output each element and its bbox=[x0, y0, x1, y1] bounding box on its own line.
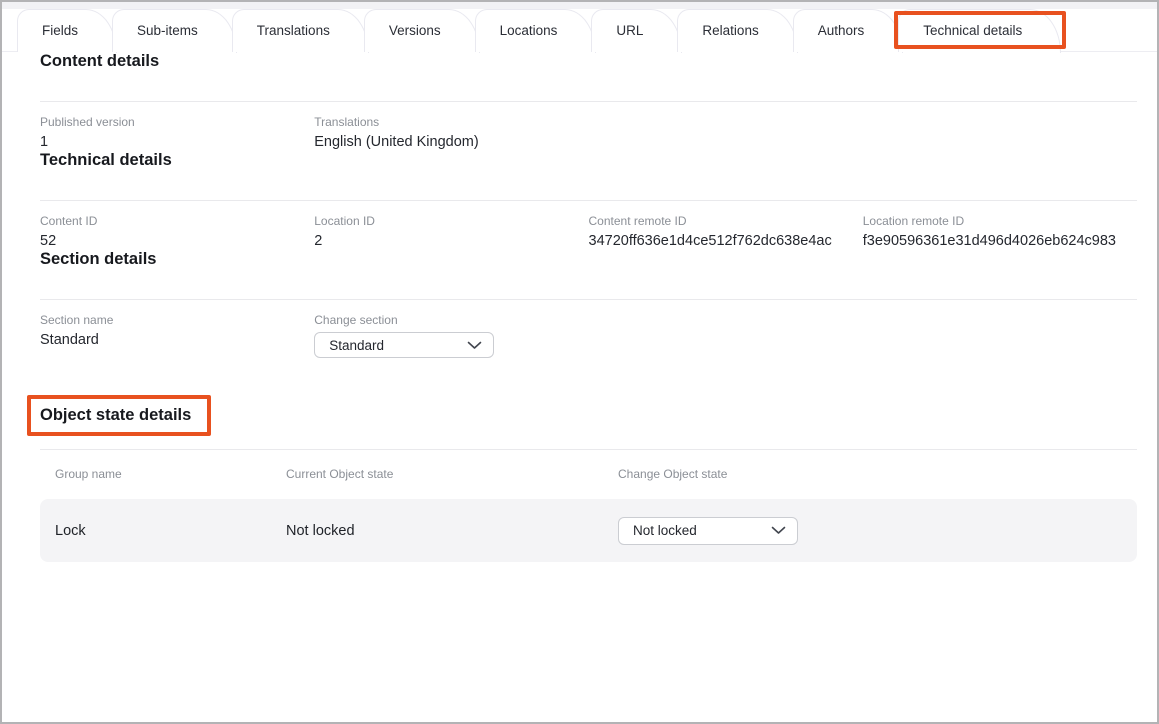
location-id-field: Location ID 2 bbox=[314, 214, 588, 250]
group-name-cell: Lock bbox=[55, 523, 286, 539]
content-id-label: Content ID bbox=[40, 214, 314, 229]
tab-versions[interactable]: Versions bbox=[364, 9, 449, 52]
current-object-state-cell: Not locked bbox=[286, 523, 618, 539]
location-id-value: 2 bbox=[314, 232, 588, 250]
location-remote-id-value: f3e90596361e31d496d4026eb624c983 bbox=[863, 232, 1137, 250]
change-object-state-header: Change Object state bbox=[618, 467, 1137, 482]
divider bbox=[40, 299, 1137, 300]
section-details-heading: Section details bbox=[40, 250, 1137, 269]
tab-locations-label: Locations bbox=[500, 23, 558, 38]
section-name-value: Standard bbox=[40, 331, 314, 349]
tab-sub-items[interactable]: Sub-items bbox=[112, 9, 206, 52]
tab-technical-details[interactable]: Technical details bbox=[898, 9, 1030, 52]
object-state-heading-row: Object state details bbox=[40, 395, 1137, 436]
tab-versions-label: Versions bbox=[389, 23, 441, 38]
section-name-label: Section name bbox=[40, 313, 314, 328]
annotation-box-object-state-heading: Object state details bbox=[27, 395, 211, 436]
divider bbox=[40, 449, 1137, 450]
content-id-value: 52 bbox=[40, 232, 314, 250]
chevron-down-icon bbox=[771, 526, 786, 535]
change-section-selected-value: Standard bbox=[329, 338, 384, 353]
tab-technical-details-label: Technical details bbox=[923, 23, 1022, 38]
location-remote-id-label: Location remote ID bbox=[863, 214, 1137, 229]
object-state-table-header: Group name Current Object state Change O… bbox=[40, 467, 1137, 482]
tab-url[interactable]: URL bbox=[591, 9, 651, 52]
content-remote-id-field: Content remote ID 34720ff636e1d4ce512f76… bbox=[589, 214, 863, 250]
content-details-heading: Content details bbox=[40, 52, 1137, 71]
divider bbox=[40, 200, 1137, 201]
translations-label: Translations bbox=[314, 115, 588, 130]
tab-authors-label: Authors bbox=[818, 23, 865, 38]
change-object-state-selected-value: Not locked bbox=[633, 523, 697, 538]
translations-value: English (United Kingdom) bbox=[314, 133, 588, 151]
tab-translations[interactable]: Translations bbox=[232, 9, 338, 52]
content-details-fields: Published version 1 Translations English… bbox=[40, 115, 1137, 151]
divider bbox=[40, 101, 1137, 102]
tab-url-label: URL bbox=[616, 23, 643, 38]
chevron-down-icon bbox=[467, 341, 482, 350]
change-section-dropdown[interactable]: Standard bbox=[314, 332, 494, 358]
object-state-details-heading: Object state details bbox=[40, 406, 191, 425]
section-details-fields: Section name Standard Change section Sta… bbox=[40, 313, 1137, 358]
location-remote-id-field: Location remote ID f3e90596361e31d496d40… bbox=[863, 214, 1137, 250]
change-section-label: Change section bbox=[314, 313, 588, 328]
change-section-field: Change section Standard bbox=[314, 313, 588, 358]
technical-details-panel: Content details Published version 1 Tran… bbox=[2, 52, 1157, 562]
published-version-label: Published version bbox=[40, 115, 314, 130]
technical-details-heading: Technical details bbox=[40, 151, 1137, 170]
translations-field: Translations English (United Kingdom) bbox=[314, 115, 588, 151]
tab-fields[interactable]: Fields bbox=[17, 9, 86, 52]
published-version-field: Published version 1 bbox=[40, 115, 314, 151]
tab-sub-items-label: Sub-items bbox=[137, 23, 198, 38]
tab-relations-label: Relations bbox=[702, 23, 758, 38]
section-name-field: Section name Standard bbox=[40, 313, 314, 358]
group-name-header: Group name bbox=[55, 467, 286, 482]
tab-bar: Fields Sub-items Translations Versions L… bbox=[2, 2, 1157, 52]
tab-locations[interactable]: Locations bbox=[475, 9, 566, 52]
content-id-field: Content ID 52 bbox=[40, 214, 314, 250]
table-row: Lock Not locked Not locked bbox=[40, 499, 1137, 562]
change-object-state-dropdown[interactable]: Not locked bbox=[618, 517, 798, 545]
location-id-label: Location ID bbox=[314, 214, 588, 229]
content-remote-id-label: Content remote ID bbox=[589, 214, 863, 229]
tab-fields-label: Fields bbox=[42, 23, 78, 38]
content-remote-id-value: 34720ff636e1d4ce512f762dc638e4ac bbox=[589, 232, 863, 250]
tab-authors[interactable]: Authors bbox=[793, 9, 873, 52]
technical-details-page: Fields Sub-items Translations Versions L… bbox=[0, 0, 1159, 724]
tab-translations-label: Translations bbox=[257, 23, 330, 38]
tab-relations[interactable]: Relations bbox=[677, 9, 766, 52]
published-version-value: 1 bbox=[40, 133, 314, 151]
current-object-state-header: Current Object state bbox=[286, 467, 618, 482]
technical-details-fields: Content ID 52 Location ID 2 Content remo… bbox=[40, 214, 1137, 250]
